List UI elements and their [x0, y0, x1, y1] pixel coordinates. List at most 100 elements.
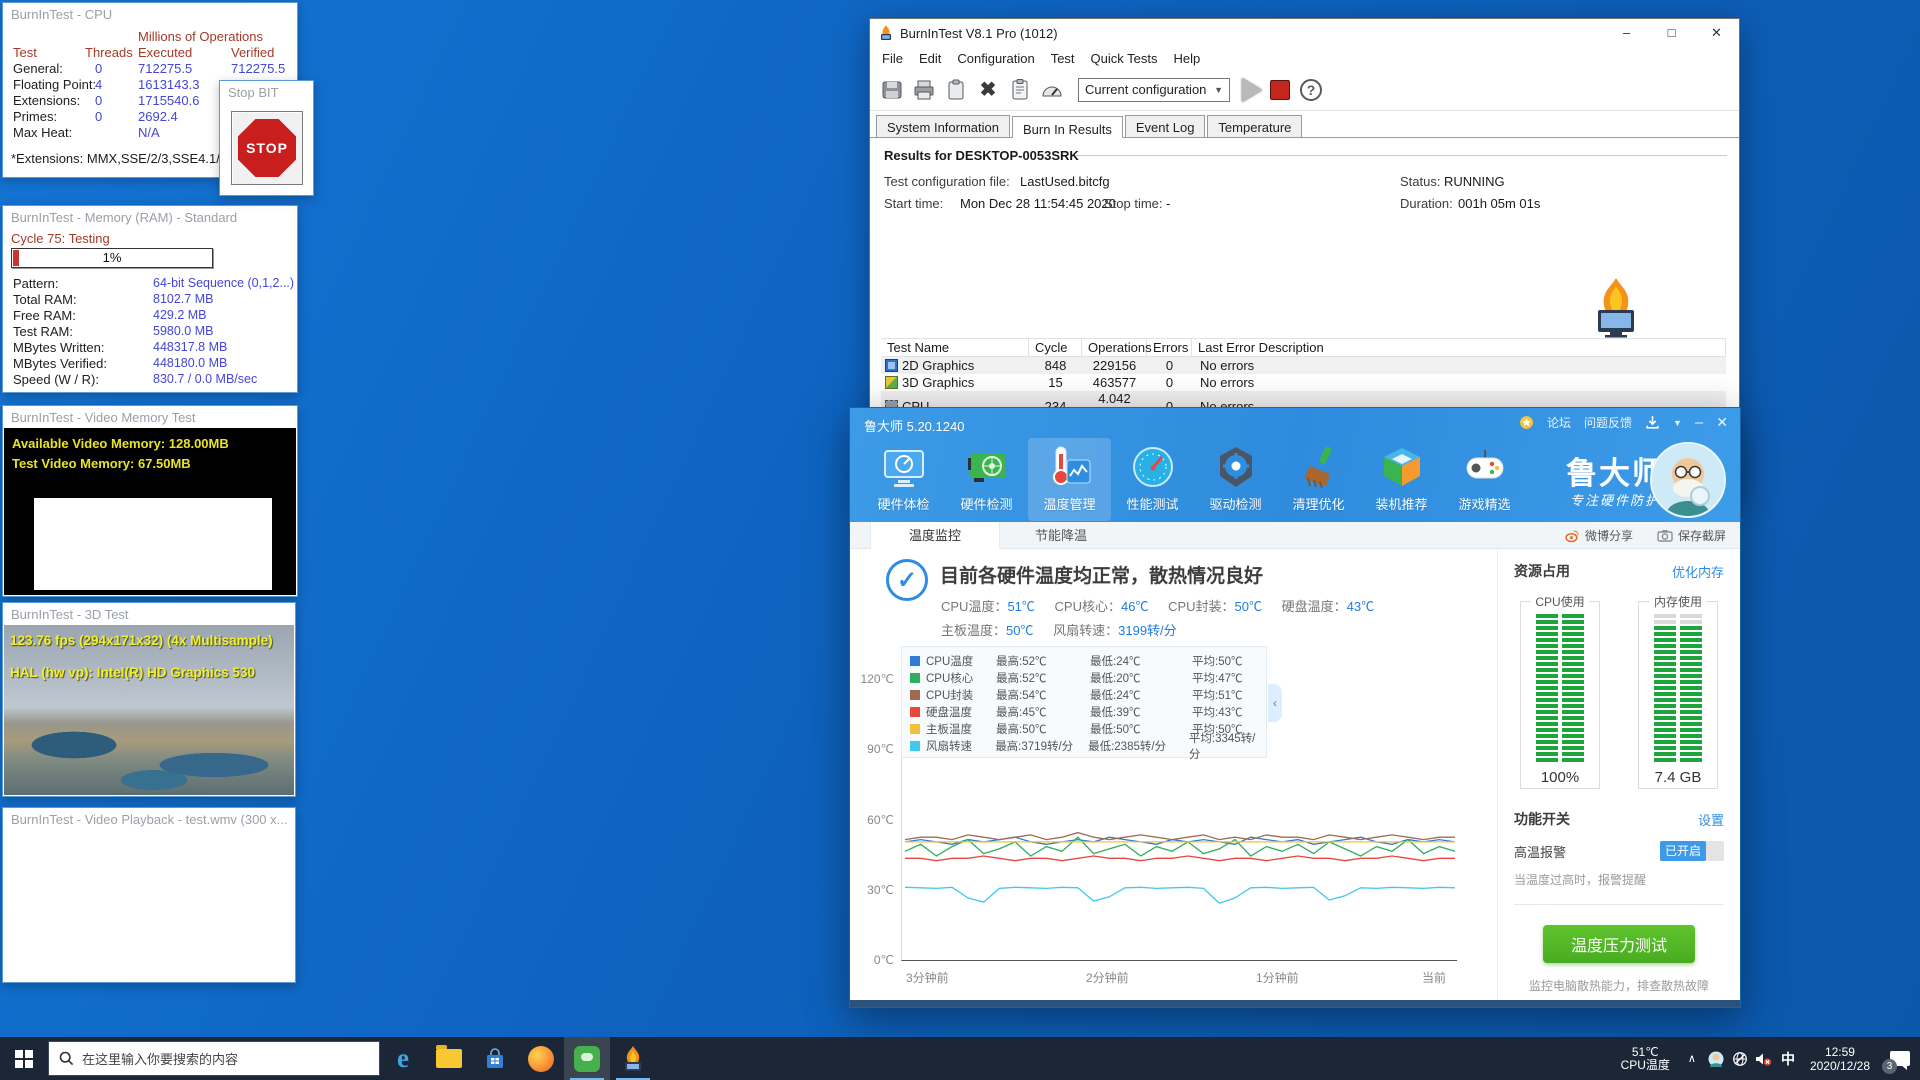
tray-temp-value: 51℃	[1631, 1044, 1659, 1059]
stop-sign-icon: STOP	[238, 119, 296, 177]
masterlu-header[interactable]: 鲁大师 5.20.1240 论坛 问题反馈 ▼ – ✕ 硬件体检 硬件检测 温度…	[850, 408, 1740, 522]
nav-performance-test[interactable]: 性能测试	[1111, 438, 1194, 521]
ime-label: 中	[1780, 1050, 1795, 1067]
folder-icon	[436, 1045, 462, 1068]
menu-configuration[interactable]: Configuration	[949, 49, 1042, 68]
taskbar-firefox[interactable]	[518, 1037, 564, 1080]
taskbar-file-explorer[interactable]	[426, 1037, 472, 1080]
menu-quick-tests[interactable]: Quick Tests	[1083, 49, 1166, 68]
minimize-button[interactable]: –	[1604, 19, 1649, 47]
series-swatch	[910, 689, 920, 700]
tray-masterlu-icon[interactable]	[1704, 1037, 1728, 1080]
high-temp-alarm-toggle[interactable]: 已开启	[1660, 841, 1724, 861]
start-button[interactable]	[0, 1037, 48, 1080]
configuration-dropdown[interactable]: Current configuration ▼	[1078, 77, 1230, 102]
copy-results-button[interactable]	[942, 76, 970, 104]
tray-network-icon[interactable]	[1728, 1037, 1752, 1080]
col-test-name[interactable]: Test Name	[881, 339, 1029, 356]
masterlu-taskbar-icon	[574, 1045, 600, 1072]
gauge-button[interactable]	[1038, 76, 1066, 104]
masterlu-avatar[interactable]	[1650, 442, 1726, 518]
col-errors[interactable]: Errors	[1147, 339, 1192, 356]
cpu-window-titlebar[interactable]: BurnInTest - CPU	[3, 3, 297, 25]
tray-chevron-up-icon[interactable]: ∧	[1680, 1037, 1704, 1080]
table-row[interactable]: CPU 2344.042 Trillion0No errors	[881, 391, 1726, 421]
legend-row: CPU核心 最高:52℃ 最低:20℃ 平均:47℃	[902, 669, 1266, 686]
burnintest-video-memory-window: BurnInTest - Video Memory Test Available…	[2, 405, 298, 597]
menu-test[interactable]: Test	[1043, 49, 1083, 68]
tray-clock[interactable]: 12:59 2020/12/28	[1800, 1045, 1880, 1073]
settings-link[interactable]: 设置	[1698, 810, 1724, 829]
legend-collapse-button[interactable]: ‹	[1268, 684, 1282, 722]
playback-titlebar[interactable]: BurnInTest - Video Playback - test.wmv (…	[3, 808, 295, 830]
taskbar-masterlu[interactable]	[564, 1037, 610, 1080]
forum-link[interactable]: 论坛	[1547, 414, 1571, 431]
maximize-button[interactable]: □	[1649, 19, 1694, 47]
stop-time-label: Stop time:	[1104, 196, 1163, 211]
video-memory-line1: Available Video Memory: 128.00MB	[12, 436, 229, 451]
main-titlebar[interactable]: BurnInTest V8.1 Pro (1012) – □ ✕	[870, 19, 1739, 47]
video-memory-titlebar[interactable]: BurnInTest - Video Memory Test	[3, 406, 297, 428]
weibo-share-action[interactable]: 微博分享	[1565, 527, 1633, 544]
temp-stress-test-button[interactable]: 温度压力测试	[1543, 925, 1695, 963]
nav-game-select[interactable]: 游戏精选	[1443, 438, 1526, 521]
tray-cpu-temp[interactable]: 51℃ CPU温度	[1611, 1044, 1680, 1072]
col-cycle[interactable]: Cycle	[1029, 339, 1082, 356]
taskbar-search-box[interactable]: 在这里输入你要搜索的内容	[48, 1041, 380, 1076]
help-button[interactable]: ?	[1300, 78, 1322, 101]
stop-test-button[interactable]	[1270, 79, 1290, 100]
feedback-link[interactable]: 问题反馈	[1584, 414, 1632, 431]
memory-window-titlebar[interactable]: BurnInTest - Memory (RAM) - Standard	[3, 206, 297, 228]
test-certificate-button[interactable]	[1006, 76, 1034, 104]
delete-results-button[interactable]: ✖	[974, 76, 1002, 104]
menu-dropdown-icon[interactable]: ▼	[1673, 418, 1682, 428]
start-test-button[interactable]	[1242, 77, 1262, 102]
tab-energy-cooling[interactable]: 节能降温	[1001, 522, 1121, 549]
tab-system-information[interactable]: System Information	[876, 115, 1010, 137]
print-button[interactable]	[910, 76, 938, 104]
weibo-icon	[1565, 530, 1579, 543]
taskbar-store[interactable]	[472, 1037, 518, 1080]
table-row[interactable]: 3D Graphics 15 463577 0 No errors	[881, 374, 1726, 391]
table-row[interactable]: 2D Graphics 848 229156 0 No errors	[881, 357, 1726, 374]
masterlu-minimize-button[interactable]: –	[1695, 414, 1703, 431]
col-last-error[interactable]: Last Error Description	[1192, 339, 1726, 356]
x-tick-2min: 2分钟前	[1086, 971, 1129, 985]
stop-window-titlebar[interactable]: Stop BIT	[220, 81, 313, 103]
nav-hardware-detect[interactable]: 硬件检测	[945, 438, 1028, 521]
close-button[interactable]: ✕	[1694, 19, 1739, 47]
nav-clean-optimize[interactable]: 清理优化	[1277, 438, 1360, 521]
nav-hardware-exam[interactable]: 硬件体检	[862, 438, 945, 521]
col-operations[interactable]: Operations	[1082, 339, 1152, 356]
menu-file[interactable]: File	[874, 49, 911, 68]
nav-temperature-manage[interactable]: 温度管理	[1028, 438, 1111, 521]
save-screenshot-action[interactable]: 保存截屏	[1657, 527, 1726, 544]
nav-pc-build[interactable]: 装机推荐	[1360, 438, 1443, 521]
menu-edit[interactable]: Edit	[911, 49, 949, 68]
search-placeholder: 在这里输入你要搜索的内容	[82, 1052, 239, 1067]
export-results-button[interactable]	[878, 76, 906, 104]
cpu-usage-gauge: CPU使用 100%	[1520, 593, 1600, 789]
tab-temp-monitor[interactable]: 温度监控	[870, 522, 1000, 549]
optimize-memory-link[interactable]: 优化内存	[1672, 562, 1724, 581]
masterlu-close-button[interactable]: ✕	[1716, 414, 1728, 431]
menu-help[interactable]: Help	[1165, 49, 1208, 68]
tab-burn-in-results[interactable]: Burn In Results	[1012, 116, 1123, 138]
stop-bit-button[interactable]: STOP	[231, 111, 303, 185]
tray-volume-muted-icon[interactable]	[1752, 1037, 1776, 1080]
y-tick-90: 90℃	[867, 742, 894, 756]
download-icon[interactable]	[1645, 415, 1660, 430]
3d-window-titlebar[interactable]: BurnInTest - 3D Test	[3, 603, 295, 625]
stop-bit-window: Stop BIT STOP	[219, 80, 314, 196]
memory-row-value: 8102.7 MB	[153, 292, 214, 306]
taskbar-edge[interactable]: e	[380, 1037, 426, 1080]
2d-graphics-icon	[885, 359, 898, 372]
cpu-gauge-value: 100%	[1540, 769, 1580, 786]
tray-ime-indicator[interactable]: 中	[1776, 1037, 1800, 1080]
3d-window-title: BurnInTest - 3D Test	[11, 607, 129, 622]
taskbar-burnintest[interactable]	[610, 1037, 656, 1080]
tab-temperature[interactable]: Temperature	[1207, 115, 1303, 137]
action-center-button[interactable]: 3	[1880, 1037, 1920, 1080]
nav-driver-detect[interactable]: 驱动检测	[1194, 438, 1277, 521]
tab-event-log[interactable]: Event Log	[1124, 115, 1206, 137]
